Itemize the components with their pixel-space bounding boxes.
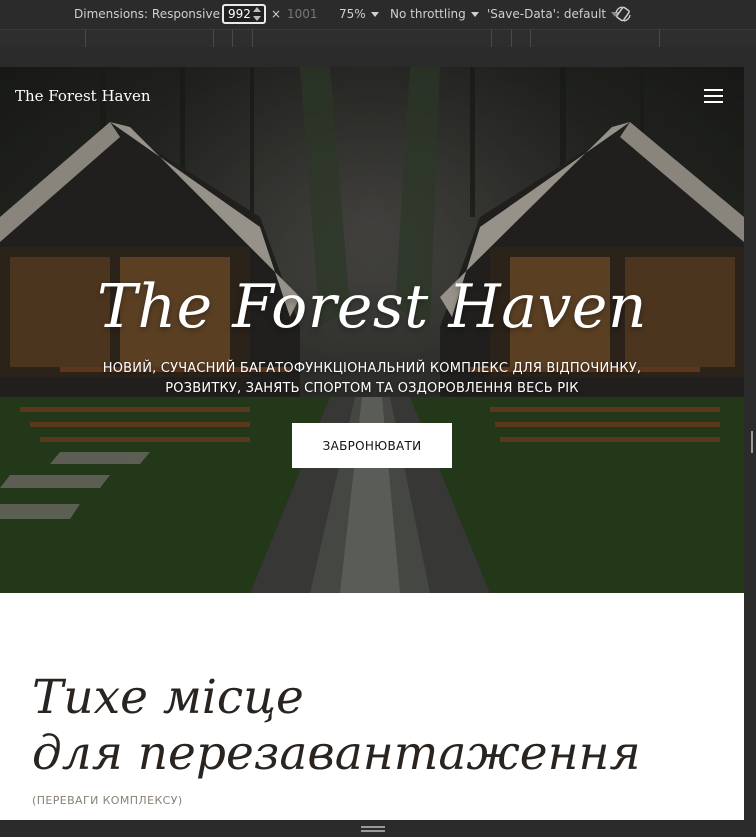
hero-title: The Forest Haven <box>96 272 648 342</box>
height-input[interactable]: 1001 <box>287 7 318 21</box>
media-query-ruler <box>0 29 756 48</box>
zoom-dropdown[interactable]: 75% <box>339 7 379 21</box>
zoom-label: 75% <box>339 7 366 21</box>
bottom-resize-handle[interactable] <box>0 820 756 837</box>
dimensions-label: Dimensions: Responsive <box>74 7 220 21</box>
about-title-line1: Тихе місце <box>32 670 304 725</box>
spinner-icon[interactable] <box>252 7 262 21</box>
width-input[interactable]: 992 <box>222 4 266 24</box>
times-sign: × <box>271 7 282 21</box>
page-viewport: The Forest Haven The Forest Haven НОВИЙ,… <box>0 67 744 820</box>
book-button[interactable]: ЗАБРОНЮВАТИ <box>292 423 452 468</box>
site-logo[interactable]: The Forest Haven <box>15 87 151 105</box>
about-subtitle: (ПЕРЕВАГИ КОМПЛЕКСУ) <box>32 794 183 807</box>
chevron-down-icon <box>370 12 379 17</box>
rotate-icon[interactable] <box>614 5 632 23</box>
save-data-dropdown[interactable]: 'Save-Data': default <box>487 7 620 21</box>
throttling-label: No throttling <box>390 7 466 21</box>
dimensions-dropdown[interactable]: Dimensions: Responsive <box>74 7 233 21</box>
hero-subtitle: НОВИЙ, СУЧАСНИЙ БАГАТОФУНКЦІОНАЛЬНИЙ КОМ… <box>102 361 642 396</box>
chevron-down-icon <box>470 12 479 17</box>
about-title-line2: для перезавантаження <box>32 726 641 781</box>
width-value: 992 <box>228 7 251 21</box>
save-data-label: 'Save-Data': default <box>487 7 607 21</box>
hero-section: The Forest Haven The Forest Haven НОВИЙ,… <box>0 67 744 593</box>
menu-icon[interactable] <box>704 89 723 104</box>
devtools-device-toolbar: Dimensions: Responsive 992 × 1001 75% No… <box>0 0 756 29</box>
right-resize-handle[interactable] <box>744 67 756 820</box>
about-title: Тихе місце для перезавантаження <box>32 670 641 782</box>
throttling-dropdown[interactable]: No throttling <box>390 7 479 21</box>
